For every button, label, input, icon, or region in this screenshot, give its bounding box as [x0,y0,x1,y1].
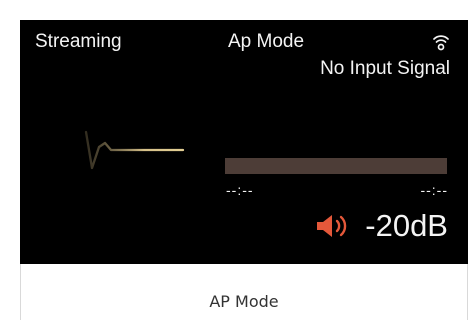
mode-caption-bar: AP Mode [20,264,468,320]
playback-progress-bar[interactable] [225,158,447,174]
source-label: Streaming [35,31,122,52]
total-time: --:-- [420,182,448,198]
waveform-icon [84,130,185,170]
mode-caption: AP Mode [209,292,279,311]
device-display: Streaming Ap Mode No Input Signal --:-- … [0,0,472,320]
volume-level: -20dB [365,208,448,243]
signal-status: No Input Signal [320,58,450,79]
mode-label: Ap Mode [228,31,305,52]
speaker-icon[interactable] [315,212,351,240]
player-screen: Streaming Ap Mode No Input Signal --:-- … [20,20,468,264]
wifi-icon [433,35,449,51]
elapsed-time: --:-- [226,182,254,198]
volume-control[interactable]: -20dB [315,206,448,246]
